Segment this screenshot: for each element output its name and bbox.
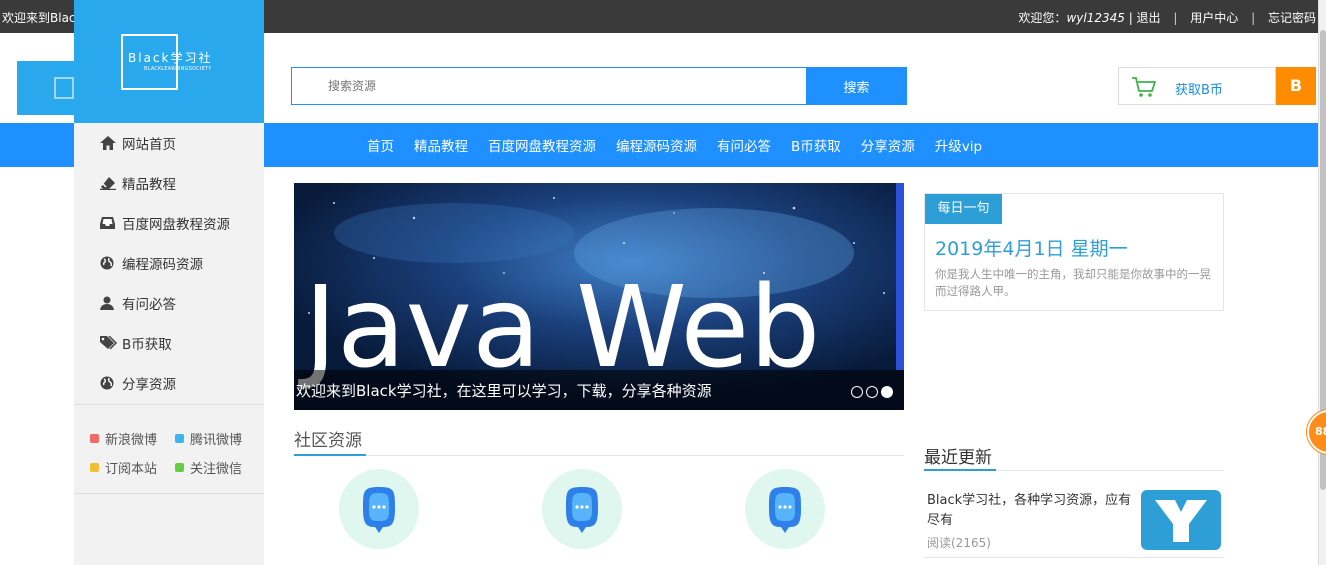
logout-link[interactable]: | 退出: [1129, 11, 1161, 25]
chat-icon: [769, 487, 801, 533]
tencent-weibo-icon: [175, 434, 184, 443]
nav-item-baidu-resources[interactable]: 百度网盘教程资源: [488, 123, 596, 167]
nav-item-tutorials[interactable]: 精品教程: [414, 123, 468, 167]
community-resource-item[interactable]: [542, 469, 622, 549]
search-button[interactable]: 搜索: [806, 67, 907, 105]
welcome-text: 欢迎来到Blac: [2, 11, 76, 25]
sidebar-item-label: B币获取: [122, 337, 172, 353]
user-links: 欢迎您：wyl12345 | 退出 | 用户中心 | 忘记密码: [1018, 9, 1316, 26]
inbox-icon: [100, 216, 122, 230]
sidebar-item-baidu-resources[interactable]: 百度网盘教程资源: [74, 203, 264, 243]
greeting-text: 欢迎您：: [1018, 11, 1067, 25]
social-label: 订阅本站: [105, 462, 158, 477]
separator: |: [1173, 11, 1178, 25]
logo-title: Black学习社: [128, 51, 213, 65]
sidebar-item-label: 编程源码资源: [122, 257, 203, 273]
sidebar-item-share[interactable]: 分享资源: [74, 363, 264, 403]
user-icon: [100, 296, 122, 310]
wechat-link[interactable]: 关注微信: [175, 458, 260, 477]
community-resource-item[interactable]: [339, 469, 419, 549]
search-input[interactable]: [291, 67, 807, 105]
daily-tag: 每日一句: [925, 194, 1002, 224]
recent-item-reads: 阅读(2165): [927, 536, 991, 550]
sidebar-item-home[interactable]: 网站首页: [74, 123, 264, 163]
social-label: 新浪微博: [105, 433, 158, 448]
page-scrollbar[interactable]: [1318, 0, 1326, 565]
separator: |: [1251, 11, 1256, 25]
get-coins-button[interactable]: 获取B币: [1118, 67, 1276, 105]
slide-dot-active[interactable]: [881, 386, 893, 398]
divider: [924, 557, 1224, 558]
weibo-icon: [90, 434, 99, 443]
sidebar-logo[interactable]: Black学习社 BLACKLEARNINGSOCIETY: [74, 0, 264, 123]
nav-item-vip[interactable]: 升级vip: [935, 123, 982, 167]
nav-item-share[interactable]: 分享资源: [861, 123, 915, 167]
forgot-password-link[interactable]: 忘记密码: [1268, 11, 1316, 25]
divider: [294, 455, 904, 456]
header-logo-partial[interactable]: [17, 61, 77, 115]
divider: [74, 493, 264, 494]
community-title: 社区资源: [294, 431, 362, 451]
get-coins-label: 获取B币: [1175, 83, 1223, 98]
title-underline: [924, 469, 996, 471]
globe-icon: [100, 376, 122, 390]
banner-caption: 欢迎来到Black学习社，在这里可以学习，下载，分享各种资源: [296, 382, 712, 400]
daily-quote: 你是我人生中唯一的主角，我却只能是你故事中的一晃而过得路人甲。: [935, 267, 1211, 298]
slide-dot[interactable]: [851, 386, 863, 398]
title-underline: [294, 454, 366, 456]
floating-badge[interactable]: 88: [1307, 410, 1326, 454]
rss-icon: [90, 463, 99, 472]
community-resource-item[interactable]: [745, 469, 825, 549]
logo-subtitle: BLACKLEARNINGSOCIETY: [144, 66, 212, 72]
home-icon: [100, 136, 122, 150]
sidebar-item-source-code[interactable]: 编程源码资源: [74, 243, 264, 283]
globe-icon: [100, 256, 122, 270]
social-label: 关注微信: [190, 462, 243, 477]
sidebar-menu: 网站首页 精品教程 百度网盘教程资源 编程源码资源 有问必答 B币获取 分享资源: [74, 123, 264, 403]
eraser-icon: [100, 176, 122, 190]
subscribe-link[interactable]: 订阅本站: [90, 458, 175, 477]
cart-icon: [1132, 77, 1156, 97]
user-center-link[interactable]: 用户中心: [1190, 11, 1238, 25]
username: wyl12345: [1066, 11, 1125, 25]
chat-icon: [566, 487, 598, 533]
social-label: 腾讯微博: [190, 433, 243, 448]
slide-dot[interactable]: [866, 386, 878, 398]
chat-icon: [363, 487, 395, 533]
daily-date: 2019年4月1日 星期一: [935, 238, 1128, 260]
sidebar-item-label: 精品教程: [122, 177, 176, 193]
nav-item-qa[interactable]: 有问必答: [717, 123, 771, 167]
wechat-icon: [175, 463, 184, 472]
sidebar-item-tutorials[interactable]: 精品教程: [74, 163, 264, 203]
nav-item-source-code[interactable]: 编程源码资源: [616, 123, 697, 167]
tags-icon: [100, 336, 122, 350]
coin-badge[interactable]: B: [1276, 67, 1316, 105]
sidebar-item-label: 有问必答: [122, 297, 176, 313]
banner-slider[interactable]: Java Web 欢迎来到Black学习社，在这里可以学习，下载，分享各种资源: [294, 183, 904, 410]
social-links: 新浪微博 腾讯微博 订阅本站 关注微信: [90, 424, 260, 482]
slider-dots: [851, 386, 893, 398]
y-logo-icon: [1155, 500, 1207, 542]
recent-item-thumbnail[interactable]: [1141, 490, 1221, 550]
divider: [74, 404, 264, 405]
sidebar-item-qa[interactable]: 有问必答: [74, 283, 264, 323]
logo-box: [54, 77, 74, 99]
sidebar-item-label: 百度网盘教程资源: [122, 217, 230, 233]
sidebar-item-coins[interactable]: B币获取: [74, 323, 264, 363]
recent-item-title[interactable]: Black学习社，各种学习资源，应有尽有: [927, 491, 1133, 531]
daily-quote-panel: 每日一句 2019年4月1日 星期一 你是我人生中唯一的主角，我却只能是你故事中…: [924, 193, 1224, 311]
sidebar-item-label: 网站首页: [122, 137, 176, 153]
weibo-link[interactable]: 新浪微博: [90, 429, 175, 448]
sidebar-item-label: 分享资源: [122, 377, 176, 393]
recent-title: 最近更新: [924, 448, 992, 468]
nav-item-coins[interactable]: B币获取: [791, 123, 841, 167]
nav-item-home[interactable]: 首页: [367, 123, 394, 167]
sidebar: Black学习社 BLACKLEARNINGSOCIETY 网站首页 精品教程 …: [74, 0, 264, 565]
tencent-weibo-link[interactable]: 腾讯微博: [175, 429, 260, 448]
